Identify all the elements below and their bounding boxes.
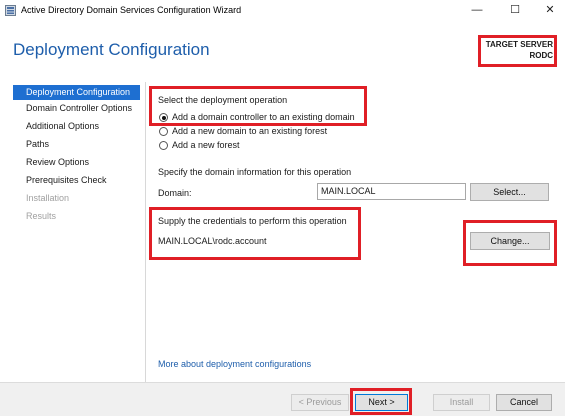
wizard-steps-nav: Deployment Configuration Domain Controll… xyxy=(0,82,145,382)
domain-input[interactable]: MAIN.LOCAL xyxy=(317,183,466,200)
select-domain-button[interactable]: Select... xyxy=(470,183,549,201)
change-credentials-button[interactable]: Change... xyxy=(470,232,550,250)
nav-item-domain-controller-options[interactable]: Domain Controller Options xyxy=(13,101,140,116)
cancel-button[interactable]: Cancel xyxy=(496,394,552,411)
nav-item-prerequisites-check[interactable]: Prerequisites Check xyxy=(13,173,140,188)
next-button[interactable]: Next > xyxy=(355,394,408,411)
nav-item-paths[interactable]: Paths xyxy=(13,137,140,152)
option-existing-domain-label[interactable]: Add a domain controller to an existing d… xyxy=(172,112,355,122)
install-button: Install xyxy=(433,394,490,411)
target-server-label: TARGET SERVER xyxy=(485,40,553,49)
credentials-heading: Supply the credentials to perform this o… xyxy=(158,216,347,226)
radio-new-domain[interactable] xyxy=(159,127,168,136)
server-manager-icon xyxy=(5,5,16,16)
operation-heading: Select the deployment operation xyxy=(158,95,288,105)
option-new-forest-label[interactable]: Add a new forest xyxy=(172,140,240,150)
minimize-icon[interactable]: — xyxy=(461,0,493,20)
maximize-icon[interactable]: ☐ xyxy=(499,0,531,20)
option-new-domain-label[interactable]: Add a new domain to an existing forest xyxy=(172,126,327,136)
page-title: Deployment Configuration xyxy=(13,40,210,59)
previous-button: < Previous xyxy=(291,394,349,411)
nav-item-installation: Installation xyxy=(26,193,70,203)
target-server-name: RODC xyxy=(529,51,553,60)
nav-item-additional-options[interactable]: Additional Options xyxy=(13,119,140,134)
nav-item-review-options[interactable]: Review Options xyxy=(13,155,140,170)
radio-existing-domain[interactable] xyxy=(159,113,168,122)
nav-item-deployment-configuration[interactable]: Deployment Configuration xyxy=(13,85,140,100)
window-title: Active Directory Domain Services Configu… xyxy=(21,5,242,15)
nav-item-results: Results xyxy=(26,211,57,221)
credentials-value: MAIN.LOCAL\rodc.account xyxy=(158,236,267,246)
credentials-highlight xyxy=(149,207,361,260)
close-icon[interactable]: ✕ xyxy=(534,0,565,20)
domain-label: Domain: xyxy=(158,188,192,198)
radio-new-forest[interactable] xyxy=(159,141,168,150)
domain-info-heading: Specify the domain information for this … xyxy=(158,167,352,177)
sidebar-divider xyxy=(145,82,146,382)
more-info-link[interactable]: More about deployment configurations xyxy=(158,359,311,369)
